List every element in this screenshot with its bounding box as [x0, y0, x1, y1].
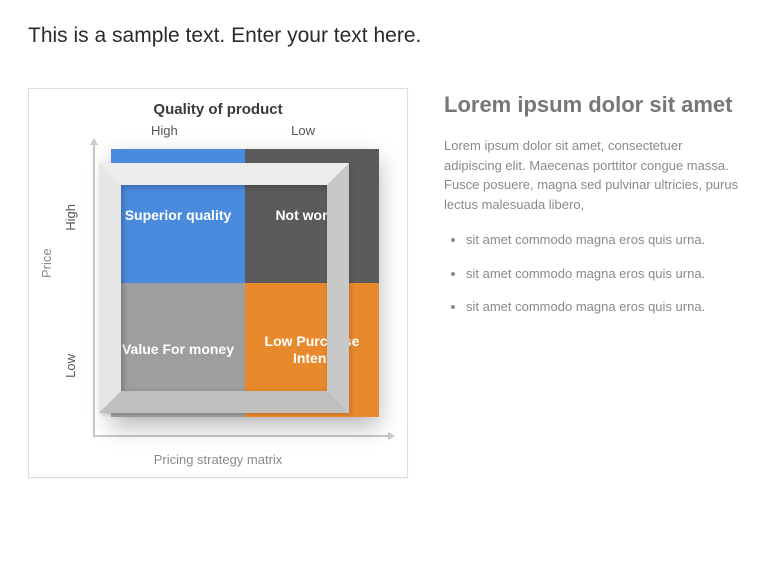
col-label-high: High: [151, 123, 178, 138]
quadrant-label: Superior quality: [125, 207, 232, 225]
quadrant-label: Low Purchase Intent: [253, 333, 371, 368]
row-label-low: Low: [63, 354, 77, 378]
quadrant-high-price-high-quality: Superior quality: [111, 149, 245, 283]
y-axis-title: Price: [39, 89, 54, 437]
col-label-low: Low: [291, 123, 315, 138]
row-label-high: High: [63, 204, 77, 231]
text-column: Lorem ipsum dolor sit amet Lorem ipsum d…: [444, 88, 740, 478]
matrix-quadrants: Superior quality Not worthy Value For mo…: [111, 149, 379, 417]
x-axis-title: Pricing strategy matrix: [29, 452, 407, 467]
quadrant-low-price-low-quality: Low Purchase Intent: [245, 283, 379, 417]
section-paragraph: Lorem ipsum dolor sit amet, consectetuer…: [444, 136, 740, 214]
quadrant-label: Value For money: [122, 341, 234, 359]
y-axis-line: [93, 144, 95, 435]
sample-text: This is a sample text. Enter your text h…: [28, 24, 740, 48]
list-item: sit amet commodo magna eros quis urna.: [466, 230, 740, 250]
chart-top-axis-title: Quality of product: [29, 101, 407, 118]
quadrant-label: Not worthy: [275, 207, 348, 225]
x-axis-line: [93, 435, 389, 437]
page: This is a sample text. Enter your text h…: [0, 0, 768, 576]
quadrant-low-price-high-quality: Value For money: [111, 283, 245, 417]
bullet-list: sit amet commodo magna eros quis urna. s…: [444, 230, 740, 317]
chart-panel: Quality of product High Low Price High L…: [28, 88, 408, 478]
section-heading: Lorem ipsum dolor sit amet: [444, 92, 740, 118]
list-item: sit amet commodo magna eros quis urna.: [466, 264, 740, 284]
content-row: Quality of product High Low Price High L…: [28, 88, 740, 478]
quadrant-high-price-low-quality: Not worthy: [245, 149, 379, 283]
list-item: sit amet commodo magna eros quis urna.: [466, 297, 740, 317]
